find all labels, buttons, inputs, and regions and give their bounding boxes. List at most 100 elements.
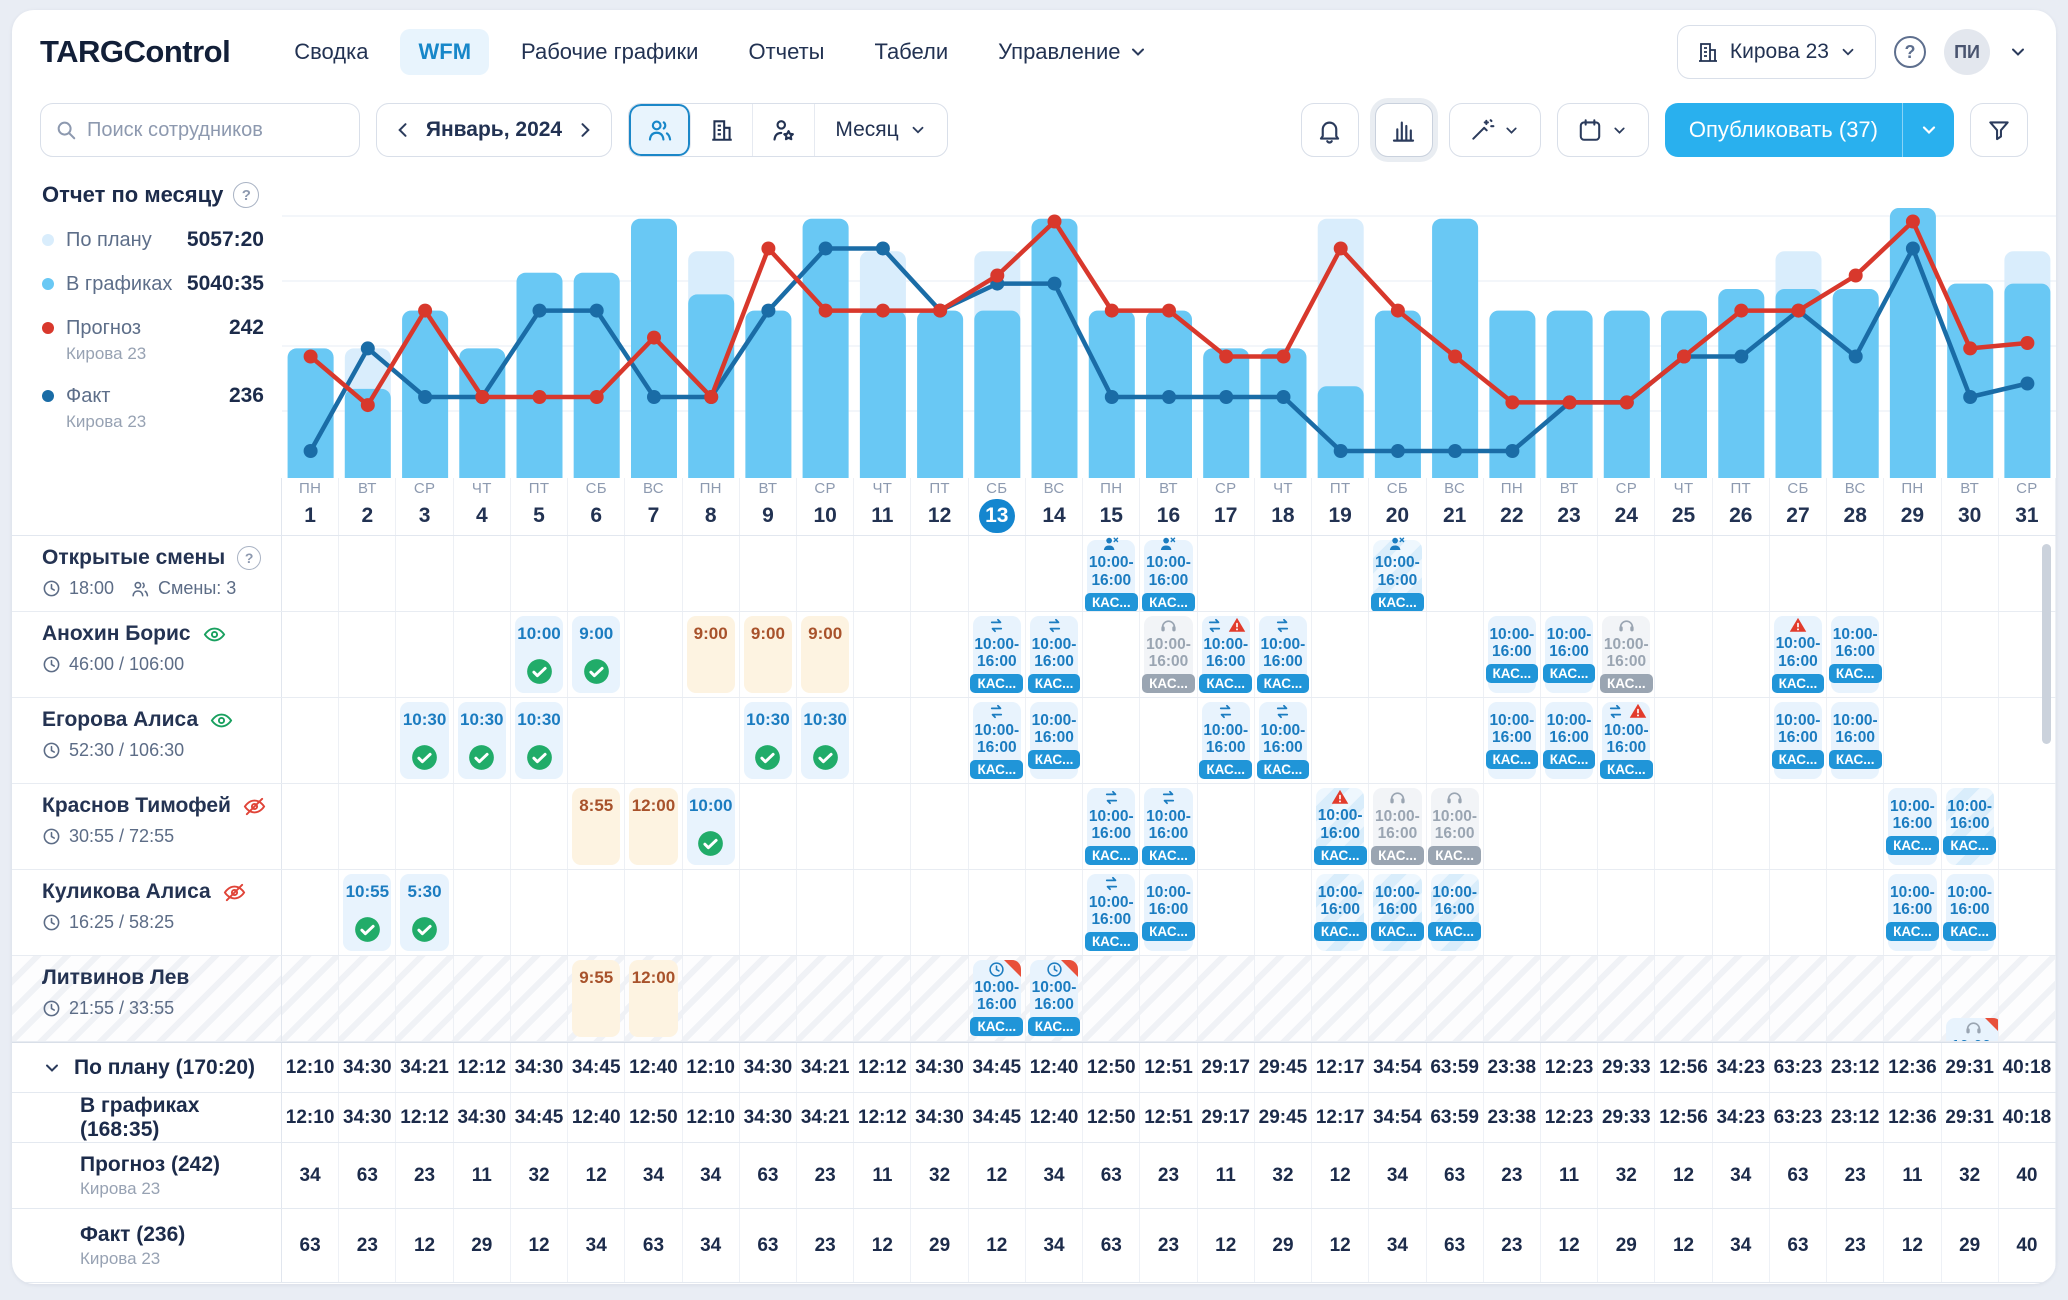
schedule-cell-day-25[interactable]: [1655, 956, 1713, 1041]
shift-chip[interactable]: 10:00-16:00КАС...: [1542, 702, 1596, 779]
schedule-cell-day-1[interactable]: [282, 870, 340, 955]
schedule-cell-day-14[interactable]: [1026, 784, 1084, 869]
view-by-positions-toggle[interactable]: [753, 104, 815, 156]
worked-time-chip[interactable]: 9:55: [572, 960, 621, 1037]
schedule-cell-day-23[interactable]: [1541, 536, 1599, 611]
day-header-9[interactable]: ВТ 9: [740, 478, 798, 535]
schedule-cell-day-14[interactable]: 10:00- 16:00 КАС...: [1026, 698, 1084, 783]
nav-item-управление[interactable]: Управление: [980, 29, 1166, 75]
schedule-cell-day-6[interactable]: [568, 698, 626, 783]
schedule-cell-day-2[interactable]: [339, 612, 397, 697]
worked-time-chip[interactable]: 8:55: [572, 788, 621, 865]
schedule-cell-day-26[interactable]: [1713, 698, 1770, 783]
schedule-cell-day-25[interactable]: [1655, 536, 1713, 611]
schedule-cell-day-17[interactable]: [1197, 956, 1255, 1041]
shift-chip[interactable]: 10:00-16:00КАС...: [1943, 874, 1996, 951]
schedule-cell-day-10[interactable]: 9:00: [797, 612, 855, 697]
schedule-cell-day-7[interactable]: 12:00: [625, 956, 683, 1041]
worked-time-chip[interactable]: 10:30: [743, 702, 793, 779]
schedule-cell-day-20[interactable]: 10:00- 16:00 КАС...: [1369, 870, 1427, 955]
shift-chip[interactable]: 10:00-16:00КАС...: [970, 616, 1024, 694]
schedule-cell-day-18[interactable]: [1255, 784, 1313, 869]
shift-chip[interactable]: 10:00-16:00КАС...: [1428, 788, 1481, 866]
schedule-cell-day-24[interactable]: [1598, 870, 1656, 955]
day-header-15[interactable]: ПН 15: [1083, 478, 1141, 535]
schedule-cell-day-13[interactable]: 10:00- 16:00 КАС...: [969, 612, 1026, 697]
help-button[interactable]: ?: [1894, 36, 1926, 68]
visibility-on-icon[interactable]: [210, 709, 233, 732]
schedule-cell-day-1[interactable]: [282, 956, 340, 1041]
schedule-cell-day-9[interactable]: [740, 870, 798, 955]
schedule-cell-day-25[interactable]: [1655, 870, 1713, 955]
schedule-cell-day-18[interactable]: 10:00- 16:00 КАС...: [1255, 698, 1313, 783]
prev-month-button[interactable]: [393, 120, 413, 140]
schedule-cell-day-4[interactable]: [454, 870, 511, 955]
schedule-cell-day-8[interactable]: [683, 698, 740, 783]
publish-button[interactable]: Опубликовать (37): [1665, 103, 1902, 157]
day-header-25[interactable]: ЧТ 25: [1655, 478, 1713, 535]
schedule-cell-day-16[interactable]: 10:00- 16:00 КАС...: [1140, 870, 1198, 955]
shift-chip[interactable]: 10:00-16:00КАС...: [1027, 960, 1081, 1037]
schedule-cell-day-19[interactable]: [1312, 536, 1370, 611]
schedule-cell-day-24[interactable]: [1598, 536, 1656, 611]
shift-chip[interactable]: 10:00-16:00КАС...: [1371, 874, 1424, 951]
schedule-cell-day-22[interactable]: 10:00- 16:00 КАС...: [1484, 612, 1541, 697]
schedule-cell-day-13[interactable]: [969, 784, 1026, 869]
schedule-cell-day-12[interactable]: [911, 536, 969, 611]
schedule-cell-day-15[interactable]: 10:00- 16:00 КАС...: [1083, 870, 1141, 955]
shift-chip[interactable]: 10:00-16:00КАС...: [1313, 788, 1367, 865]
schedule-cell-day-12[interactable]: [911, 612, 969, 697]
nav-item-отчеты[interactable]: Отчеты: [730, 29, 842, 75]
search-input[interactable]: [87, 118, 345, 142]
collapse-chevron-icon[interactable]: [42, 1058, 62, 1078]
schedule-cell-day-17[interactable]: 10:00- 16:00 КАС...: [1198, 698, 1255, 783]
schedule-cell-day-28[interactable]: 10:00- 16:00 КАС...: [1827, 612, 1885, 697]
schedule-cell-day-1[interactable]: [282, 784, 340, 869]
worked-time-chip[interactable]: 10:30: [400, 702, 449, 779]
legend-help-icon[interactable]: ?: [233, 182, 260, 208]
schedule-cell-day-28[interactable]: 10:00- 16:00 КАС...: [1827, 698, 1885, 783]
schedule-cell-day-12[interactable]: [911, 784, 969, 869]
schedule-cell-day-2[interactable]: [339, 784, 397, 869]
schedule-cell-day-11[interactable]: [854, 536, 912, 611]
schedule-cell-day-26[interactable]: [1713, 784, 1770, 869]
schedule-cell-day-4[interactable]: [453, 956, 511, 1041]
shift-chip[interactable]: 10:00-16:00КАС...: [1945, 1018, 1998, 1041]
worked-time-chip[interactable]: 10:30: [514, 702, 564, 779]
shift-chip[interactable]: 10:00-16:00КАС...: [1027, 702, 1081, 779]
schedule-cell-day-11[interactable]: [854, 956, 912, 1041]
day-header-14[interactable]: ВС 14: [1026, 478, 1084, 535]
schedule-cell-day-26[interactable]: [1713, 612, 1770, 697]
worked-time-chip[interactable]: 9:00: [572, 616, 621, 693]
schedule-cell-day-7[interactable]: [625, 698, 683, 783]
shift-chip[interactable]: 10:00-16:00КАС...: [1943, 788, 1996, 865]
schedule-cell-day-3[interactable]: 10:30: [396, 698, 454, 783]
calendar-button[interactable]: [1556, 103, 1649, 157]
day-header-29[interactable]: ПН 29: [1884, 478, 1942, 535]
schedule-cell-day-6[interactable]: 8:55: [568, 784, 626, 869]
schedule-cell-day-12[interactable]: [911, 870, 969, 955]
schedule-cell-day-18[interactable]: [1255, 870, 1313, 955]
worked-time-chip[interactable]: 12:00: [629, 960, 678, 1037]
schedule-cell-day-30[interactable]: [1942, 698, 1999, 783]
day-header-31[interactable]: СР 31: [1999, 478, 2056, 535]
schedule-cell-day-14[interactable]: 10:00- 16:00 КАС...: [1026, 612, 1084, 697]
schedule-cell-day-27[interactable]: 10:00- 16:00 КАС...: [1770, 698, 1828, 783]
shift-chip[interactable]: 10:00-16:00КАС...: [1199, 616, 1253, 694]
day-header-12[interactable]: ПТ 12: [911, 478, 969, 535]
schedule-cell-day-9[interactable]: 9:00: [740, 612, 798, 697]
day-header-16[interactable]: ВТ 16: [1140, 478, 1198, 535]
shift-chip[interactable]: 10:00-16:00КАС...: [1886, 788, 1939, 865]
schedule-cell-day-22[interactable]: [1484, 870, 1541, 955]
schedule-cell-day-25[interactable]: [1655, 698, 1713, 783]
schedule-cell-day-3[interactable]: [396, 612, 454, 697]
day-header-21[interactable]: ВС 21: [1427, 478, 1484, 535]
schedule-cell-day-19[interactable]: 10:00- 16:00 КАС...: [1312, 870, 1370, 955]
schedule-cell-day-14[interactable]: [1026, 870, 1084, 955]
schedule-cell-day-5[interactable]: [511, 536, 569, 611]
worked-time-chip[interactable]: 10:00: [514, 616, 564, 693]
schedule-cell-day-15[interactable]: [1083, 956, 1141, 1041]
schedule-cell-day-10[interactable]: 10:30: [797, 698, 855, 783]
worked-time-chip[interactable]: 12:00: [629, 788, 678, 865]
schedule-cell-day-20[interactable]: [1369, 956, 1427, 1041]
